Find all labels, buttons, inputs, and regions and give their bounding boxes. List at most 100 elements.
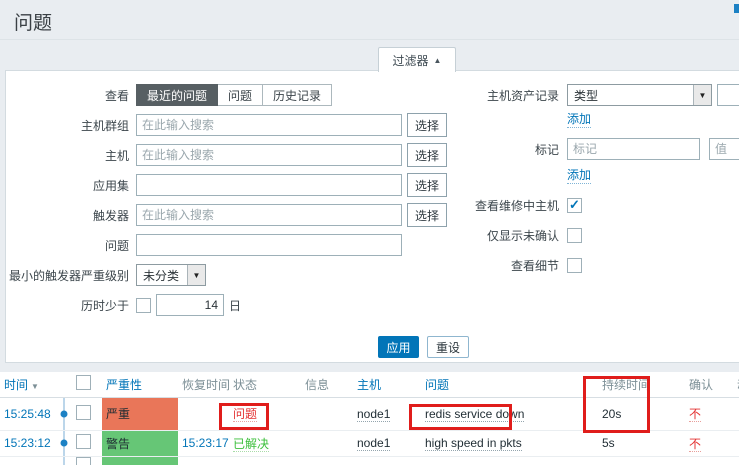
col-duration: 持续时间 [598, 372, 685, 397]
severity-cell: 严重 [102, 397, 178, 430]
table-header-row: 时间▼ 严重性 恢复时间 状态 信息 主机 问题 持续时间 确认 动作 [0, 372, 739, 397]
problems-page: 问题 过滤器 ▲ 查看 最近的问题 问题 历史记录 主机群组 选择 主机 选择 … [0, 0, 739, 465]
inventory-add-link[interactable]: 添加 [567, 110, 591, 128]
timeline-dot-icon [61, 440, 68, 447]
show-tab-group: 最近的问题 问题 历史记录 [136, 84, 332, 106]
host-cell: node1 [353, 397, 421, 430]
age-label: 历时少于 [6, 297, 129, 314]
tag-value-input[interactable] [709, 138, 739, 160]
tab-recent-problems[interactable]: 最近的问题 [136, 84, 218, 106]
info-cell [301, 430, 353, 456]
severity-select[interactable]: 未分类 ▼ [136, 264, 206, 286]
col-info: 信息 [301, 372, 353, 397]
row-checkbox[interactable] [76, 405, 91, 420]
table-row-partial [0, 456, 739, 465]
severity-select-value: 未分类 [137, 267, 187, 284]
timeline-cell [56, 430, 72, 456]
row-checkbox[interactable] [76, 434, 91, 449]
col-time[interactable]: 时间▼ [0, 372, 56, 397]
unacknowledged-checkbox[interactable] [567, 228, 582, 243]
page-title: 问题 [14, 8, 52, 35]
host-link[interactable]: node1 [357, 407, 390, 422]
unacknowledged-row: 仅显示未确认 [306, 225, 582, 245]
col-status: 状态 [229, 372, 301, 397]
ack-cell: 不 [685, 397, 733, 430]
age-input[interactable] [156, 294, 224, 316]
recovery-cell: 15:23:17 [178, 430, 229, 456]
problem-link[interactable]: high speed in pkts [425, 436, 522, 451]
host-group-label: 主机群组 [6, 117, 129, 134]
ack-link[interactable]: 不 [689, 437, 701, 452]
tags-label: 标记 [306, 141, 559, 158]
status-cell: 问题 [229, 397, 301, 430]
problems-table: 时间▼ 严重性 恢复时间 状态 信息 主机 问题 持续时间 确认 动作 [0, 372, 739, 465]
row-checkbox[interactable] [76, 457, 91, 465]
inventory-add-row: 添加 [306, 111, 591, 127]
tags-add-row: 添加 [306, 167, 591, 183]
ack-link[interactable]: 不 [689, 407, 701, 422]
trigger-label: 触发器 [6, 207, 129, 224]
reset-button[interactable]: 重设 [427, 336, 469, 358]
maintenance-checkbox[interactable] [567, 198, 582, 213]
filter-toggle-tab[interactable]: 过滤器 ▲ [378, 47, 456, 72]
severity-label: 最小的触发器严重级别 [6, 267, 129, 284]
problem-cell: high speed in pkts [421, 430, 598, 456]
duration-cell: 5s [598, 430, 685, 456]
col-host[interactable]: 主机 [353, 372, 421, 397]
show-filter-row: 查看 最近的问题 问题 历史记录 [6, 83, 332, 107]
maintenance-label: 查看维修中主机 [306, 197, 559, 214]
maintenance-row: 查看维修中主机 [306, 195, 582, 215]
col-ack: 确认 [685, 372, 733, 397]
problems-table-wrap: 时间▼ 严重性 恢复时间 状态 信息 主机 问题 持续时间 确认 动作 [0, 372, 739, 465]
status-link[interactable]: 问题 [233, 407, 257, 422]
tags-row: 标记 [306, 137, 739, 161]
inventory-type-select[interactable]: 类型 ▼ [567, 84, 712, 106]
severity-cell [102, 456, 178, 465]
problem-cell: redis service down [421, 397, 598, 430]
application-label: 应用集 [6, 177, 129, 194]
col-severity[interactable]: 严重性 [102, 372, 178, 397]
problem-label: 问题 [6, 237, 129, 254]
problem-time-link[interactable]: 15:25:48 [4, 407, 51, 421]
info-cell [301, 397, 353, 430]
inventory-row: 主机资产记录 类型 ▼ [306, 83, 739, 107]
host-link[interactable]: node1 [357, 436, 390, 451]
inventory-type-value: 类型 [568, 87, 693, 104]
table-row: 15:23:12 警告 15:23:17 已解决 node1 high spee… [0, 430, 739, 456]
problem-time-link[interactable]: 15:23:12 [4, 436, 51, 450]
host-label: 主机 [6, 147, 129, 164]
filter-toggle-label: 过滤器 [393, 52, 429, 69]
chevron-down-icon: ▼ [187, 265, 205, 285]
timeline-cell [56, 456, 72, 465]
unacknowledged-label: 仅显示未确认 [306, 227, 559, 244]
scroll-accent [734, 4, 739, 13]
inventory-label: 主机资产记录 [306, 87, 559, 104]
title-divider [0, 39, 739, 40]
details-checkbox[interactable] [567, 258, 582, 273]
duration-cell: 20s [598, 397, 685, 430]
inventory-value-input[interactable] [717, 84, 739, 106]
col-recovery-time: 恢复时间 [178, 372, 229, 397]
recovery-time-link[interactable]: 15:23:17 [182, 436, 229, 450]
filter-panel: 查看 最近的问题 问题 历史记录 主机群组 选择 主机 选择 应用集 选择 触发… [5, 70, 739, 363]
sort-desc-icon: ▼ [31, 382, 39, 391]
severity-row: 最小的触发器严重级别 未分类 ▼ [6, 263, 206, 287]
table-row: 15:25:48 严重 问题 node1 redis service down … [0, 397, 739, 430]
select-all-checkbox[interactable] [76, 375, 91, 390]
status-cell: 已解决 [229, 430, 301, 456]
apply-button[interactable]: 应用 [378, 336, 419, 358]
tab-problems[interactable]: 问题 [218, 84, 263, 106]
severity-cell: 警告 [102, 430, 178, 456]
col-problem[interactable]: 问题 [421, 372, 598, 397]
tags-add-link[interactable]: 添加 [567, 166, 591, 184]
age-checkbox[interactable] [136, 298, 151, 313]
chevron-down-icon: ▼ [693, 85, 711, 105]
col-actions: 动作 [733, 372, 739, 397]
collapse-up-icon: ▲ [434, 56, 442, 65]
problem-link[interactable]: redis service down [425, 407, 524, 422]
timeline-cell [56, 397, 72, 430]
recovery-cell [178, 397, 229, 430]
tag-name-input[interactable] [567, 138, 700, 160]
status-link[interactable]: 已解决 [233, 437, 269, 452]
host-cell: node1 [353, 430, 421, 456]
